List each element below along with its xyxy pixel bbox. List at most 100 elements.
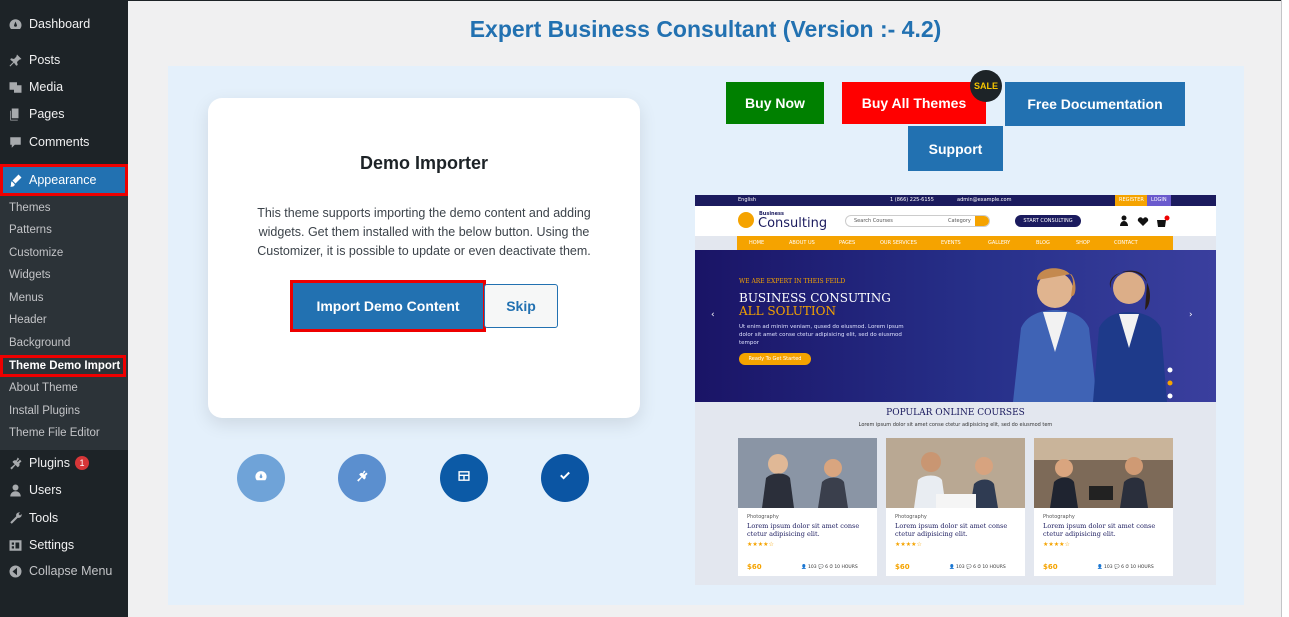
menu-dashboard[interactable]: Dashboard [0,11,128,37]
preview-course-stars: ★★★★☆ [895,541,922,548]
skip-button[interactable]: Skip [484,284,558,328]
gauge-icon [254,469,268,488]
submenu-about-theme[interactable]: About Theme [0,377,128,399]
preview-start-button: START CONSULTING [1015,215,1081,227]
submenu-background[interactable]: Background [0,332,128,354]
preview-language: English [738,197,757,203]
preview-hero-text: Ut enim ad minim veniam, qused do eiusmo… [739,324,904,346]
preview-course-price: $60 [1043,563,1058,571]
preview-hero-people-image [1013,268,1173,402]
submenu-menus[interactable]: Menus [0,287,128,309]
preview-course-stars: ★★★★☆ [1043,541,1070,548]
preview-course-meta: 👤 103 💬 6 ⏱ 10 HOURS [801,565,858,570]
preview-search: Search Courses Category [845,215,990,227]
support-button[interactable]: Support [908,126,1003,171]
preview-nav-item: OUR SERVICES [880,240,917,246]
preview-header-icons [1120,215,1170,227]
preview-course-category: Photography [747,514,779,520]
submenu-patterns[interactable]: Patterns [0,219,128,241]
appearance-submenu: Themes Patterns Customize Widgets Menus … [0,196,128,450]
plugin-icon [7,455,23,471]
preview-course-category: Photography [1043,514,1075,520]
import-demo-content-button[interactable]: Import Demo Content [290,280,486,332]
menu-tools[interactable]: Tools [0,505,128,531]
menu-plugins-label: Plugins [29,456,70,470]
brush-icon [7,172,23,188]
submenu-widgets[interactable]: Widgets [0,264,128,286]
preview-login: LOGIN [1147,195,1171,206]
layout-icon [457,469,471,488]
preview-nav-item: BLOG [1036,240,1050,246]
collapse-menu-label: Collapse Menu [29,564,113,578]
preview-course-category: Photography [895,514,927,520]
buy-now-button[interactable]: Buy Now [726,82,824,124]
preview-nav-item: ABOUT US [789,240,815,246]
menu-users[interactable]: Users [0,477,128,503]
preview-category: Category [948,218,971,224]
plugins-update-badge: 1 [75,456,89,470]
submenu-themes[interactable]: Themes [0,197,128,219]
step-layout[interactable] [440,454,488,502]
collapse-icon [7,563,23,579]
menu-tools-label: Tools [29,511,59,525]
preview-courses-subtitle: Lorem ipsum dolor sit amet conse ctetur … [858,422,1053,428]
preview-nav-item: EVENTS [941,240,961,246]
menu-plugins[interactable]: Plugins 1 [0,450,128,476]
page-title: Expert Business Consultant (Version :- 4… [469,16,942,42]
pin-icon [7,52,23,68]
submenu-theme-file-editor[interactable]: Theme File Editor [0,422,128,444]
check-icon [558,469,572,488]
menu-appearance-label: Appearance [29,173,97,187]
menu-users-label: Users [29,483,62,497]
theme-preview-image: English 1 (866) 225-6155 admin@example.c… [695,195,1216,585]
preview-course-title: Lorem ipsum dolor sit amet conse ctetur … [747,522,860,538]
preview-email: admin@example.com [957,197,1012,203]
step-dashboard[interactable] [237,454,285,502]
demo-importer-card: Demo Importer This theme supports import… [208,98,640,418]
preview-header: Business Consulting Search Courses Categ… [695,206,1216,236]
menu-settings-label: Settings [29,538,75,552]
free-documentation-button[interactable]: Free Documentation [1005,82,1185,126]
menu-posts[interactable]: Posts [0,47,128,73]
plugin-icon [355,469,369,488]
menu-pages[interactable]: Pages [0,101,128,127]
collapse-menu-button[interactable]: Collapse Menu [0,558,128,584]
preview-hero-kicker: WE ARE EXPERT IN THEIS FEILD [739,278,846,285]
preview-nav-item: HOME [749,240,765,246]
menu-comments[interactable]: Comments [0,129,128,155]
preview-prev-arrow: ‹ [711,310,715,320]
submenu-install-plugins[interactable]: Install Plugins [0,400,128,422]
preview-course-price: $60 [895,563,910,571]
preview-topbar: English 1 (866) 225-6155 admin@example.c… [695,195,1216,206]
preview-search-placeholder: Search Courses [854,218,893,224]
menu-settings[interactable]: Settings [0,532,128,558]
menu-comments-label: Comments [29,135,90,149]
preview-hero: ‹ › WE ARE EXPERT IN THEIS FEILD BUSINES… [695,250,1216,402]
preview-hero-title-line2: ALL SOLUTION [739,304,836,318]
buy-all-themes-button[interactable]: Buy All Themes [842,82,986,124]
submenu-header[interactable]: Header [0,309,128,331]
sale-badge: SALE [970,70,1002,102]
menu-appearance[interactable]: Appearance [0,164,128,196]
menu-media[interactable]: Media [0,74,128,100]
preview-logo-mark [738,212,754,228]
card-description: This theme supports importing the demo c… [257,206,591,258]
submenu-customize[interactable]: Customize [0,242,128,264]
preview-hero-title: BUSINESS CONSUTING ALL SOLUTION [739,292,891,318]
preview-hero-button: Ready To Get Started [739,353,811,365]
menu-pages-label: Pages [29,107,65,121]
step-finish[interactable] [541,454,589,502]
preview-logo: Consulting [758,216,828,231]
preview-course-image [886,438,1025,508]
wrench-icon [7,510,23,526]
submenu-theme-demo-import[interactable]: Theme Demo Import [0,355,126,377]
step-plugins[interactable] [338,454,386,502]
dashboard-icon [7,16,23,32]
menu-media-label: Media [29,80,64,94]
preview-course-card: Photography Lorem ipsum dolor sit amet c… [886,438,1025,576]
scrollbar-track[interactable] [1281,0,1289,617]
preview-course-title: Lorem ipsum dolor sit amet conse ctetur … [895,522,1008,538]
preview-course-title: Lorem ipsum dolor sit amet conse ctetur … [1043,522,1156,538]
pages-icon [7,106,23,122]
preview-course-card: Photography Lorem ipsum dolor sit amet c… [738,438,877,576]
